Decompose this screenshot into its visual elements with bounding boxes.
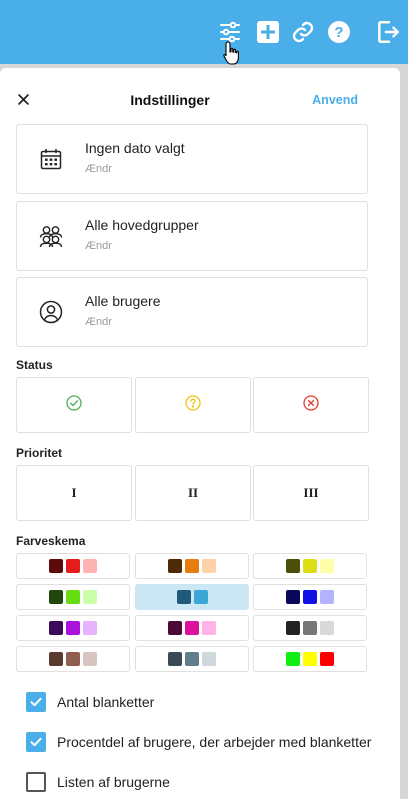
color-swatch — [168, 559, 182, 573]
color-scheme-option[interactable] — [253, 553, 367, 579]
color-swatch — [286, 559, 300, 573]
color-swatch — [83, 559, 97, 573]
status-label: Status — [16, 358, 53, 372]
color-swatch — [202, 559, 216, 573]
cross-circle-icon — [303, 394, 319, 416]
group-filter-card[interactable]: Alle hovedgrupper Ændr — [16, 201, 368, 271]
color-scheme-option[interactable] — [16, 615, 130, 641]
checkbox-label: Procentdel af brugere, der arbejder med … — [57, 734, 372, 750]
color-swatch — [320, 559, 334, 573]
group-filter-title: Alle hovedgrupper — [85, 217, 199, 233]
color-swatch — [66, 559, 80, 573]
color-swatch — [202, 652, 216, 666]
color-swatch — [303, 559, 317, 573]
priority-label: Prioritet — [16, 446, 63, 460]
color-scheme-option[interactable] — [16, 584, 130, 610]
user-filter-title: Alle brugere — [85, 293, 161, 309]
checkbox-label: Listen af brugerne — [57, 774, 170, 790]
color-swatch — [49, 590, 63, 604]
color-scheme-option[interactable] — [253, 615, 367, 641]
color-swatch — [49, 652, 63, 666]
check-circle-icon — [66, 394, 82, 416]
add-icon[interactable] — [254, 18, 282, 46]
color-swatch — [83, 621, 97, 635]
checkbox-label: Antal blanketter — [57, 694, 155, 710]
color-swatch — [193, 590, 208, 604]
checkbox-checked[interactable] — [26, 732, 46, 752]
group-filter-change: Ændr — [85, 240, 112, 252]
color-swatch — [83, 590, 97, 604]
link-icon[interactable] — [289, 18, 317, 46]
checkbox-user-percentage[interactable]: Procentdel af brugere, der arbejder med … — [26, 732, 371, 752]
color-swatch — [286, 652, 300, 666]
color-swatch — [83, 652, 97, 666]
calendar-icon — [39, 147, 63, 171]
color-scheme-option[interactable] — [253, 584, 367, 610]
color-scheme-option[interactable] — [135, 553, 249, 579]
color-swatch — [66, 621, 80, 635]
question-circle-icon — [185, 394, 201, 416]
priority-option-label: I — [71, 485, 77, 500]
status-pending-option[interactable] — [135, 377, 251, 433]
user-filter-card[interactable]: Alle brugere Ændr — [16, 277, 368, 347]
status-rejected-option[interactable] — [253, 377, 369, 433]
color-swatch — [185, 621, 199, 635]
color-swatch — [49, 559, 63, 573]
color-scheme-option[interactable] — [135, 615, 249, 641]
color-swatch — [168, 652, 182, 666]
priority-option-label: III — [303, 485, 319, 500]
hand-cursor-icon — [222, 40, 242, 66]
date-filter-title: Ingen dato valgt — [85, 140, 185, 156]
color-swatch — [303, 590, 317, 604]
color-swatch — [320, 621, 334, 635]
logout-icon[interactable] — [374, 18, 402, 46]
checkbox-checked[interactable] — [26, 692, 46, 712]
date-filter-change: Ændr — [85, 163, 112, 175]
priority-option-2[interactable]: II — [135, 465, 251, 521]
color-scheme-option[interactable] — [135, 646, 249, 672]
color-swatch — [185, 652, 199, 666]
color-swatch — [320, 590, 334, 604]
checkbox-form-count[interactable]: Antal blanketter — [26, 692, 154, 712]
help-icon[interactable]: ? — [325, 18, 353, 46]
priority-option-1[interactable]: I — [16, 465, 132, 521]
color-scheme-option[interactable] — [16, 553, 130, 579]
checkbox-user-list[interactable]: Listen af brugerne — [26, 772, 170, 792]
color-swatch — [168, 621, 182, 635]
priority-option-3[interactable]: III — [253, 465, 369, 521]
color-scheme-label: Farveskema — [16, 534, 86, 548]
group-icon — [39, 224, 63, 248]
user-filter-change: Ændr — [85, 316, 112, 328]
color-swatch — [185, 559, 199, 573]
checkbox-unchecked[interactable] — [26, 772, 46, 792]
date-filter-card[interactable]: Ingen dato valgt Ændr — [16, 124, 368, 194]
color-swatch — [303, 621, 317, 635]
color-swatch — [286, 621, 300, 635]
color-swatch — [176, 590, 191, 604]
svg-text:?: ? — [334, 24, 343, 41]
color-swatch — [49, 621, 63, 635]
color-scheme-option[interactable] — [16, 646, 130, 672]
color-swatch — [320, 652, 334, 666]
status-ok-option[interactable] — [16, 377, 132, 433]
color-swatch — [303, 652, 317, 666]
top-toolbar: ? — [0, 0, 408, 66]
settings-panel: Indstillinger Anvend Ingen dato valgt Æn… — [0, 68, 400, 799]
panel-title: Indstillinger — [130, 92, 210, 108]
color-scheme-option[interactable] — [135, 584, 249, 610]
color-swatch — [202, 621, 216, 635]
apply-button[interactable]: Anvend — [312, 93, 358, 107]
user-icon — [39, 300, 63, 324]
color-swatch — [66, 590, 80, 604]
priority-option-label: II — [187, 485, 199, 500]
color-swatch — [66, 652, 80, 666]
color-swatch — [286, 590, 300, 604]
color-scheme-option[interactable] — [253, 646, 367, 672]
